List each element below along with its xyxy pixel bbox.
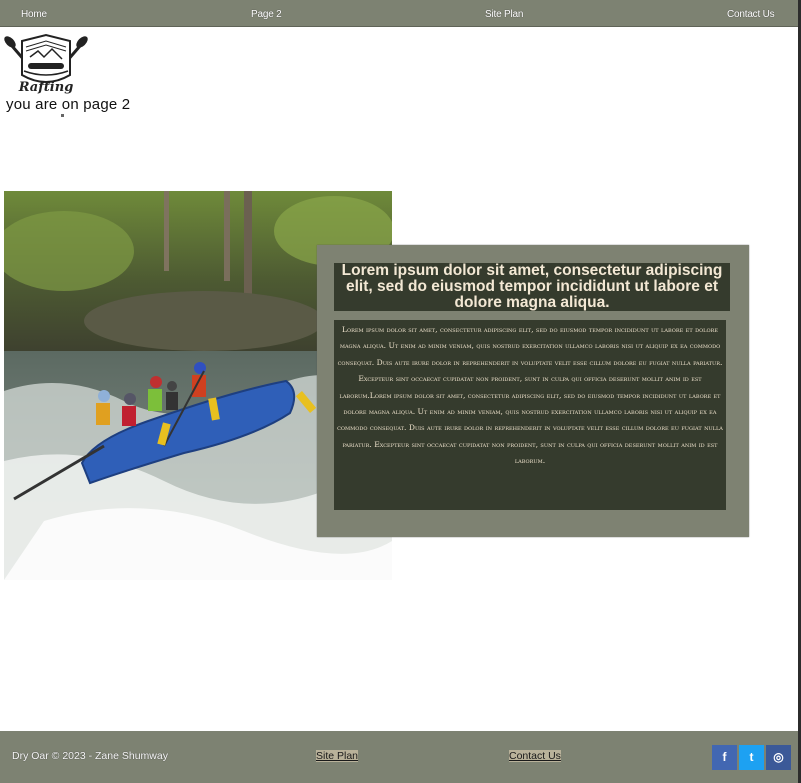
rafting-logo: Rafting — [0, 27, 92, 95]
nav-contact-link[interactable]: Contact Us — [727, 0, 775, 26]
twitter-icon[interactable]: t — [739, 745, 764, 770]
card-body-text: Lorem ipsum dolor sit amet, consectetur … — [334, 320, 726, 510]
nav-site-plan-link[interactable]: Site Plan — [485, 0, 523, 26]
logo-text: Rafting — [18, 80, 74, 95]
footer-contact-link[interactable]: Contact Us — [509, 750, 561, 762]
footer: Dry Oar © 2023 - Zane Shumway Site Plan … — [0, 731, 798, 783]
content-card: Lorem ipsum dolor sit amet, consectetur … — [317, 245, 749, 537]
decorative-mark — [61, 114, 64, 117]
facebook-icon[interactable]: f — [712, 745, 737, 770]
instagram-icon[interactable]: ◎ — [766, 745, 791, 770]
footer-site-plan-link[interactable]: Site Plan — [316, 750, 359, 762]
page-indicator: you are on page 2 — [6, 96, 131, 113]
top-navigation: Home Page 2 Site Plan Contact Us — [0, 0, 798, 27]
nav-home-link[interactable]: Home — [21, 0, 47, 26]
footer-copyright: Dry Oar © 2023 - Zane Shumway — [12, 750, 168, 762]
nav-page2-link[interactable]: Page 2 — [251, 0, 282, 26]
card-heading: Lorem ipsum dolor sit amet, consectetur … — [334, 263, 730, 311]
